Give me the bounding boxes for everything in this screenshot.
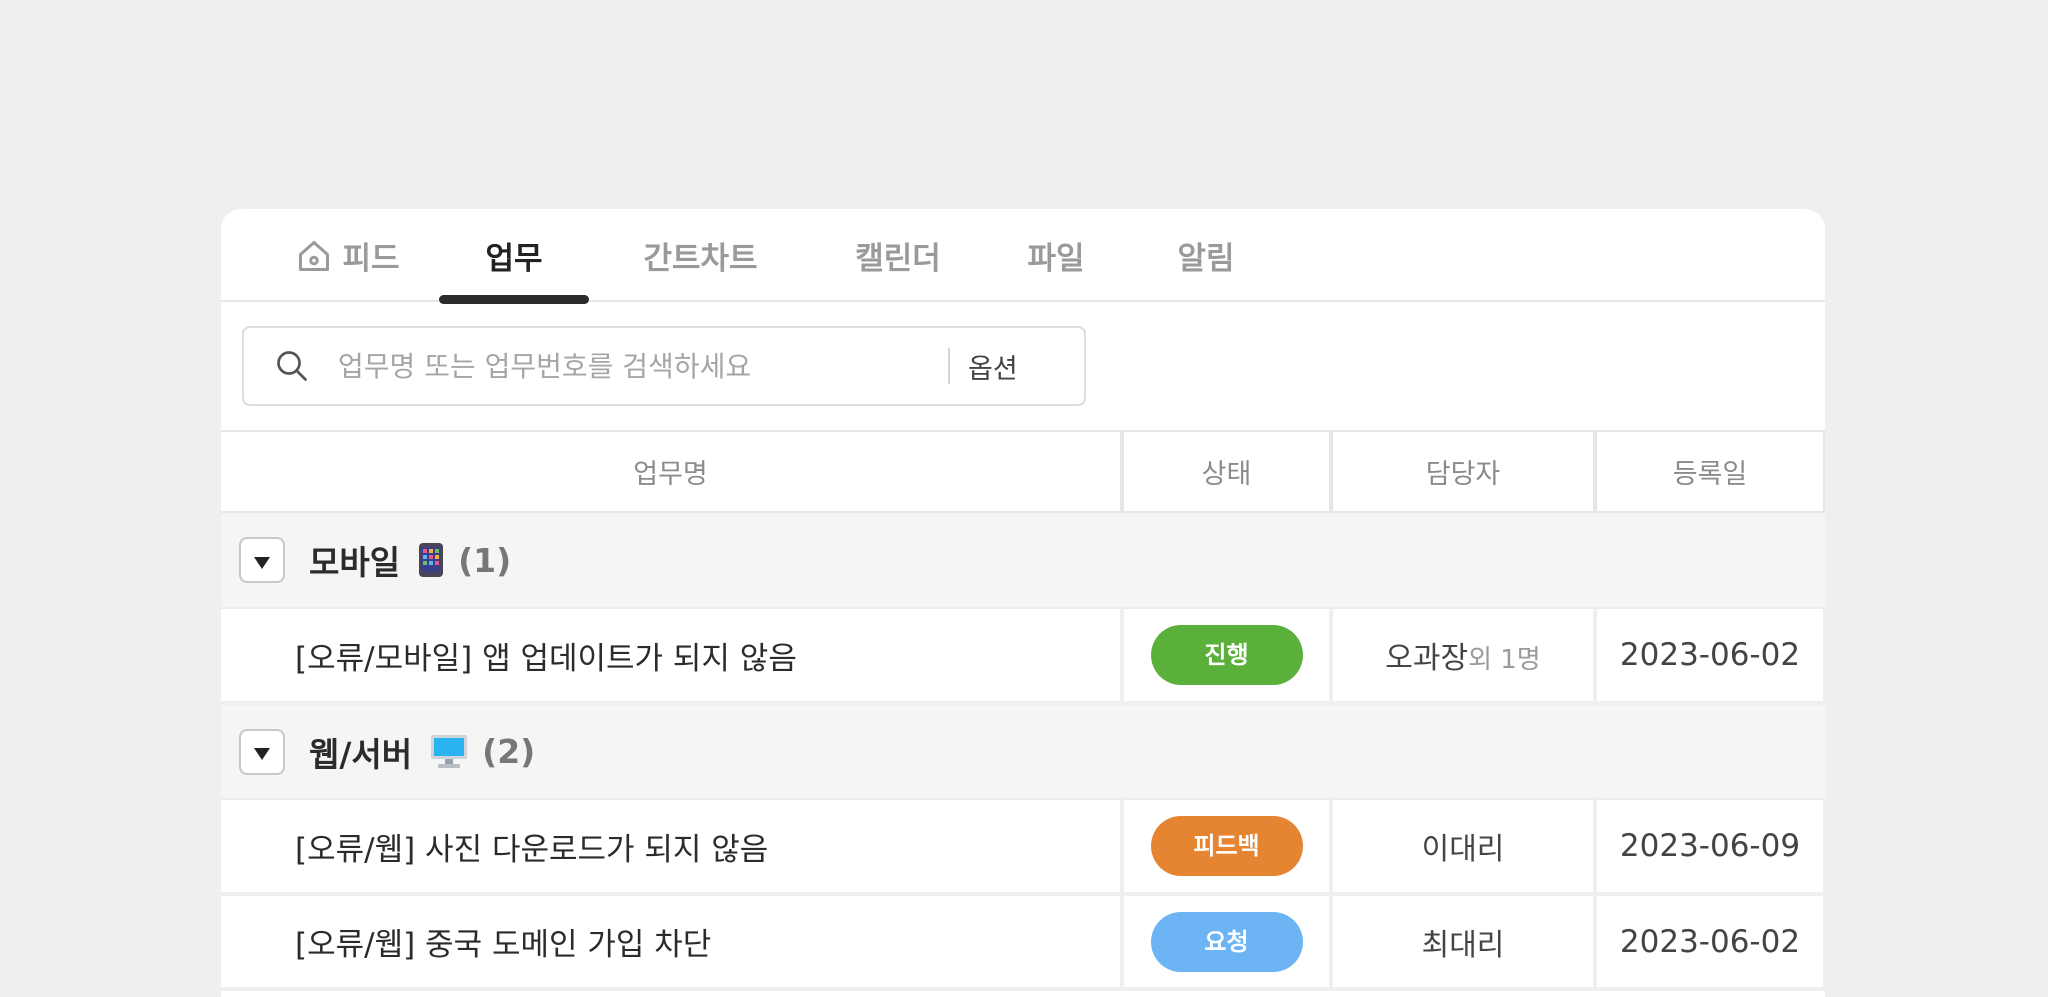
tab-feed-label: 피드: [342, 241, 400, 277]
tab-bar: 피드 업무 간트차트 캘린더 파일 알림: [221, 209, 1825, 304]
tab-notifications[interactable]: 알림: [1161, 209, 1251, 302]
search-option-button[interactable]: 옵션: [968, 347, 1018, 386]
register-date: 2023-06-02: [1595, 894, 1825, 991]
assignee-name: 이대리: [1421, 832, 1505, 867]
task-title[interactable]: [오류/모바일] 앱 업데이트가 되지 않음: [221, 608, 1124, 705]
caret-down-icon: [253, 734, 271, 769]
assignee-extra: 외 1명: [1468, 645, 1541, 675]
table-row[interactable]: [오류/웹] 사진 다운로드가 되지 않음 피드백 이대리 2023-06-09: [221, 799, 1825, 896]
table-row[interactable]: [오류/모바일] 앱 업데이트가 되지 않음 진행 오과장외 1명 2023-0…: [221, 608, 1825, 705]
column-header-status[interactable]: 상태: [1122, 432, 1333, 513]
task-title[interactable]: [오류/웹] 사진 다운로드가 되지 않음: [221, 799, 1124, 896]
task-title[interactable]: [오류/웹] 중국 도메인 가입 차단: [221, 894, 1124, 991]
tab-gantt-label: 간트차트: [643, 241, 758, 277]
desktop-computer-icon: [430, 734, 468, 770]
group-row-mobile: 모바일 (1): [221, 512, 1825, 609]
search-input[interactable]: [338, 349, 948, 383]
search-row: 옵션: [221, 302, 1825, 432]
group-toggle-button[interactable]: [239, 728, 285, 775]
tab-feed[interactable]: 피드: [283, 209, 413, 302]
search-divider: [948, 348, 950, 384]
tab-notifications-label: 알림: [1177, 241, 1235, 277]
column-header-date[interactable]: 등록일: [1595, 432, 1825, 513]
group-count: (1): [458, 540, 512, 580]
tab-calendar-label: 캘린더: [855, 241, 941, 277]
status-badge[interactable]: 요청: [1150, 911, 1303, 972]
home-icon: [296, 238, 332, 274]
group-name: 모바일: [309, 543, 401, 582]
status-badge[interactable]: 진행: [1150, 625, 1303, 685]
group-name: 웹/서버: [309, 734, 413, 774]
group-toggle-button[interactable]: [239, 537, 285, 583]
register-date: 2023-06-02: [1595, 608, 1825, 705]
table-header: 업무명 상태 담당자 등록일: [221, 432, 1825, 513]
search-icon[interactable]: [274, 348, 314, 384]
tab-tasks[interactable]: 업무: [439, 209, 589, 304]
tab-files[interactable]: 파일: [1011, 209, 1101, 302]
task-table: 업무명 상태 담당자 등록일 모바일 (1) [오류/모바일] 앱 업데이트가 …: [221, 432, 1825, 991]
task-panel: 피드 업무 간트차트 캘린더 파일 알림 옵션: [221, 209, 1825, 997]
search-box: 옵션: [242, 326, 1086, 406]
group-count: (2): [482, 732, 536, 771]
group-row-web-server: 웹/서버 (2): [221, 703, 1825, 800]
column-header-task-name[interactable]: 업무명: [221, 432, 1124, 513]
assignee-name: 최대리: [1421, 927, 1505, 963]
tab-gantt[interactable]: 간트차트: [623, 209, 778, 302]
caret-down-icon: [253, 543, 271, 578]
tab-files-label: 파일: [1027, 241, 1085, 277]
table-row[interactable]: [오류/웹] 중국 도메인 가입 차단 요청 최대리 2023-06-02: [221, 894, 1825, 991]
assignee-name: 오과장: [1385, 641, 1469, 676]
register-date: 2023-06-09: [1595, 799, 1825, 896]
mobile-phone-icon: [418, 542, 444, 578]
tab-calendar[interactable]: 캘린더: [833, 209, 963, 302]
column-header-assignee[interactable]: 담당자: [1331, 432, 1597, 513]
tab-tasks-label: 업무: [485, 241, 543, 277]
status-badge[interactable]: 피드백: [1150, 816, 1303, 876]
